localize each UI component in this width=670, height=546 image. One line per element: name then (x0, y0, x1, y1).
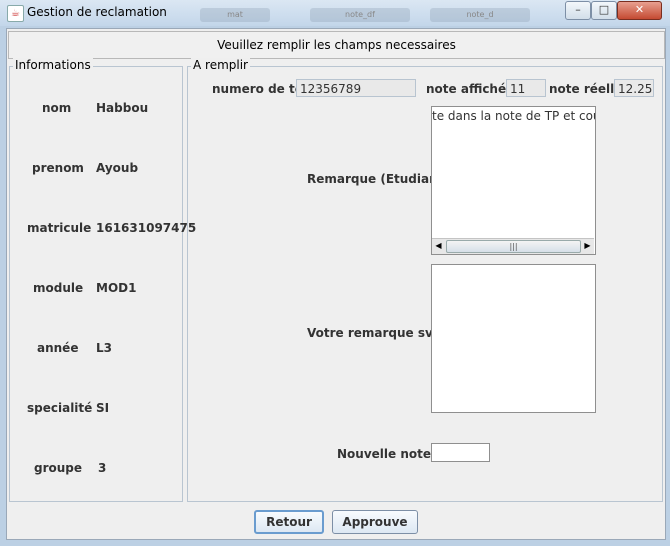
informations-legend: Informations (13, 58, 93, 72)
remarque-etudiant-text: te dans la note de TP et cours (432, 109, 596, 123)
note-reelle-field[interactable]: 12.25 (614, 79, 654, 97)
a-remplir-panel: A remplir numero de tel 12356789 note af… (187, 58, 663, 502)
label-prenom: prenom (32, 161, 84, 175)
instruction-header: Veuillez remplir les champs necessaires (8, 31, 665, 59)
a-remplir-legend: A remplir (191, 58, 250, 72)
scroll-left-icon[interactable]: ◀ (432, 240, 445, 252)
informations-panel: Informations nom Habbou prenom Ayoub mat… (9, 58, 196, 502)
app-window: ☕ Gestion de reclamation mat note_df not… (0, 0, 670, 546)
scroll-right-icon[interactable]: ▶ (581, 240, 594, 252)
remarque-etudiant-textarea[interactable]: te dans la note de TP et cours ◀ ||| ▶ (431, 106, 596, 255)
background-tab: mat (200, 8, 270, 22)
value-nom: Habbou (96, 101, 149, 115)
close-button[interactable]: ✕ (617, 1, 662, 20)
label-module: module (33, 281, 84, 295)
background-tab: note_d (430, 8, 530, 22)
label-votre-remarque: Votre remarque svp (307, 326, 442, 340)
minimize-button[interactable]: – (565, 1, 591, 20)
numero-tel-field[interactable]: 12356789 (296, 79, 416, 97)
value-matricule: 161631097475 (96, 221, 197, 235)
scroll-thumb[interactable]: ||| (446, 240, 581, 253)
window-content: Veuillez remplir les champs necessaires … (6, 28, 666, 540)
background-tab: note_df (310, 8, 410, 22)
window-title: Gestion de reclamation (27, 5, 167, 19)
label-groupe: groupe (34, 461, 83, 475)
java-app-icon: ☕ (7, 5, 24, 22)
label-nouvelle-note: Nouvelle note (337, 447, 431, 461)
label-matricule: matricule (27, 221, 92, 235)
title-bar[interactable]: ☕ Gestion de reclamation mat note_df not… (0, 0, 670, 26)
retour-button[interactable]: Retour (254, 510, 324, 534)
label-annee: année (37, 341, 79, 355)
value-groupe: 3 (98, 461, 107, 475)
label-specialite: specialité (27, 401, 93, 415)
label-nom: nom (42, 101, 72, 115)
label-note-reelle: note réelle (549, 82, 623, 96)
horizontal-scrollbar[interactable]: ◀ ||| ▶ (432, 238, 594, 254)
note-affichee-field[interactable]: 11 (506, 79, 546, 97)
approuve-button[interactable]: Approuve (332, 510, 418, 534)
value-annee: L3 (96, 341, 112, 355)
value-prenom: Ayoub (96, 161, 139, 175)
value-specialite: SI (96, 401, 110, 415)
votre-remarque-textarea[interactable] (431, 264, 596, 413)
label-note-affichee: note affichée (426, 82, 515, 96)
nouvelle-note-input[interactable] (431, 443, 490, 462)
label-numero-tel: numero de tel (212, 82, 307, 96)
maximize-button[interactable]: □ (591, 1, 617, 20)
value-module: MOD1 (96, 281, 137, 295)
label-remarque-etudiant: Remarque (Etudiant) (307, 172, 449, 186)
